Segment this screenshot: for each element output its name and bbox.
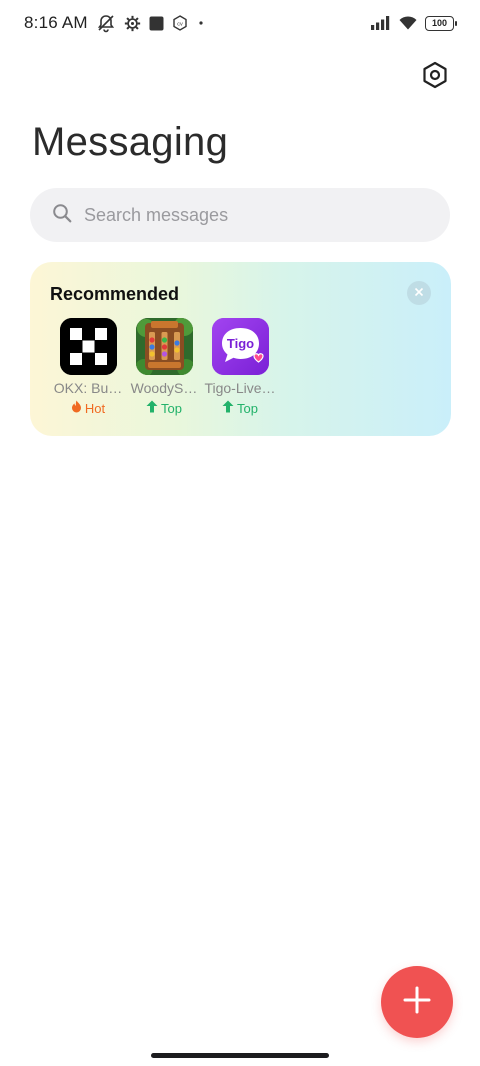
status-left: 8:16 AM cv bbox=[24, 13, 206, 33]
status-right: 100 bbox=[371, 15, 457, 31]
app-badge-label: Top bbox=[237, 400, 258, 416]
plus-icon bbox=[403, 986, 431, 1019]
recommended-app-okx[interactable]: OKX: Bu… Hot bbox=[50, 318, 126, 416]
tigo-app-icon: Tigo bbox=[211, 318, 269, 375]
recommended-app-tigo[interactable]: Tigo Tigo-Live… Top bbox=[202, 318, 278, 416]
app-badge-label: Hot bbox=[84, 400, 106, 416]
new-message-button[interactable] bbox=[381, 966, 453, 1038]
tigo-logo-text: Tigo bbox=[226, 336, 253, 351]
arrow-up-icon bbox=[146, 400, 158, 416]
app-name: Tigo-Live… bbox=[204, 380, 276, 396]
recommended-close-button[interactable] bbox=[407, 281, 431, 305]
app-name: OKX: Bu… bbox=[53, 380, 123, 396]
hexagon-app-icon: cv bbox=[172, 15, 188, 31]
wifi-icon bbox=[399, 16, 417, 30]
woody-app-icon bbox=[135, 318, 193, 375]
recommended-app-woody[interactable]: WoodyS… Top bbox=[126, 318, 202, 416]
settings-button[interactable] bbox=[420, 61, 450, 94]
dot-icon bbox=[196, 18, 206, 28]
settings-gear-icon bbox=[124, 15, 141, 32]
square-app-icon bbox=[149, 16, 164, 31]
signal-icon bbox=[371, 16, 391, 30]
search-input[interactable] bbox=[84, 204, 404, 226]
status-time: 8:16 AM bbox=[24, 13, 88, 32]
recommended-card: Recommended OKX: Bu… Hot WoodyS… Top Tig… bbox=[30, 262, 451, 436]
messaging-screen: 8:16 AM cv 100 Messaging Search messages… bbox=[0, 0, 480, 1066]
search-bar[interactable] bbox=[30, 188, 450, 242]
recommended-title: Recommended bbox=[50, 284, 180, 304]
page-title: Messaging bbox=[32, 120, 229, 164]
app-badge-top: Top bbox=[222, 400, 258, 416]
okx-app-icon bbox=[59, 318, 117, 375]
status-bar: 8:16 AM cv 100 bbox=[0, 0, 480, 46]
close-icon bbox=[414, 284, 424, 302]
search-icon bbox=[52, 203, 72, 228]
app-badge-hot: Hot bbox=[71, 400, 105, 416]
notifications-off-icon bbox=[96, 13, 116, 33]
svg-text:cv: cv bbox=[177, 21, 183, 27]
app-badge-label: Top bbox=[161, 400, 182, 416]
flame-icon bbox=[71, 400, 82, 416]
battery-icon: 100 bbox=[425, 15, 457, 31]
home-indicator[interactable] bbox=[151, 1053, 329, 1058]
settings-hexagon-icon bbox=[422, 61, 448, 94]
arrow-up-icon bbox=[222, 400, 234, 416]
app-badge-top: Top bbox=[146, 400, 182, 416]
app-name: WoodyS… bbox=[130, 380, 198, 396]
